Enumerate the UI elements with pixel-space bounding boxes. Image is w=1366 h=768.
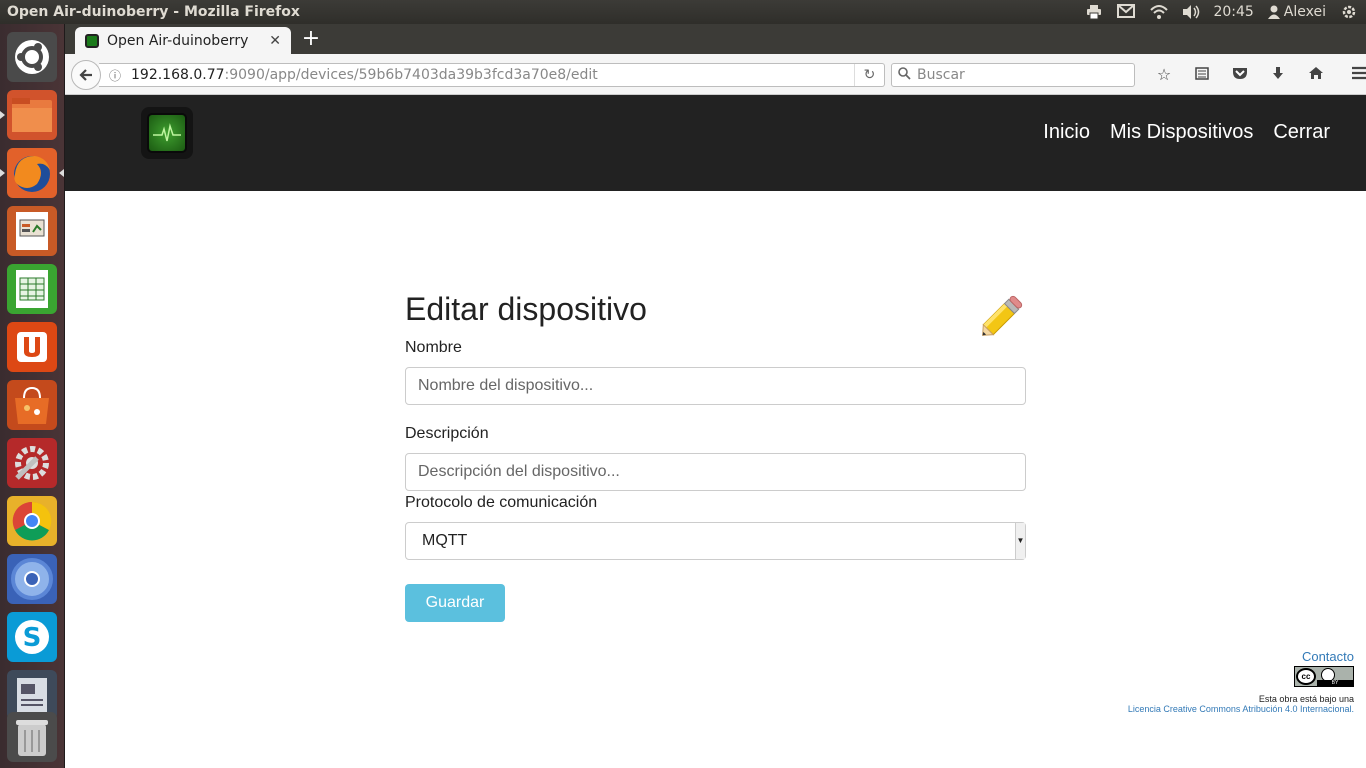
heartbeat-monitor-icon	[147, 113, 187, 153]
tab-active[interactable]: Open Air-duinoberry ✕	[75, 27, 291, 54]
libreoffice-impress-icon[interactable]	[7, 206, 57, 256]
svg-text:S: S	[23, 623, 42, 653]
site-favicon-icon	[85, 33, 99, 48]
search-placeholder: Buscar	[917, 67, 965, 83]
page-title: Editar dispositivo	[405, 291, 647, 327]
running-indicator	[0, 111, 5, 119]
tab-close-icon[interactable]: ✕	[269, 33, 281, 49]
protocol-label: Protocolo de comunicación	[405, 494, 598, 511]
nav-link-logout[interactable]: Cerrar	[1273, 121, 1330, 144]
navigation-toolbar: ⓘ 192.168.0.77:9090/app/devices/59b6b740…	[65, 54, 1366, 95]
creative-commons-badge[interactable]: cc BY	[1294, 666, 1354, 687]
wifi-icon[interactable]	[1149, 4, 1169, 20]
skype-icon[interactable]: S	[7, 612, 57, 662]
user-icon	[1267, 5, 1280, 19]
cc-by-bar: BY	[1317, 680, 1353, 686]
unity-launcher: S	[0, 24, 65, 768]
description-label: Descripción	[405, 425, 489, 442]
bookmark-star-icon[interactable]: ☆	[1145, 63, 1183, 87]
url-bar[interactable]: ⓘ 192.168.0.77:9090/app/devices/59b6b740…	[99, 63, 885, 87]
license-link[interactable]: Licencia Creative Commons Atribución 4.0…	[1128, 704, 1354, 714]
search-bar[interactable]: Buscar	[891, 63, 1135, 87]
tab-bar: Open Air-duinoberry ✕ +	[65, 24, 1366, 54]
search-icon	[898, 66, 911, 84]
url-path: :9090/app/devices/59b6b7403da39b3fcd3a70…	[224, 67, 598, 83]
pencil-icon	[975, 291, 1027, 343]
site-logo[interactable]	[141, 107, 193, 159]
volume-icon[interactable]	[1181, 4, 1200, 20]
user-menu[interactable]: Alexei	[1267, 4, 1326, 20]
nav-link-my-devices[interactable]: Mis Dispositivos	[1110, 121, 1253, 144]
protocol-selected-value: MQTT	[422, 532, 468, 549]
page-footer: Contacto cc BY Esta obra está bajo una L…	[1128, 649, 1354, 714]
dropdown-caret-icon[interactable]: ▼	[1015, 523, 1025, 559]
protocol-select[interactable]: MQTT ▼	[405, 522, 1026, 560]
edit-device-form: Editar dispositivo Nombre Descripción	[405, 293, 1026, 622]
system-indicators: 20:45 Alexei	[1085, 4, 1366, 20]
license-text: Esta obra está bajo una	[1258, 694, 1354, 704]
window-title: Open Air-duinoberry - Mozilla Firefox	[7, 4, 300, 20]
save-button[interactable]: Guardar	[405, 584, 505, 622]
chrome-icon[interactable]	[7, 496, 57, 546]
web-page: Inicio Mis Dispositivos Cerrar Editar di…	[65, 95, 1366, 768]
site-header: Inicio Mis Dispositivos Cerrar	[65, 95, 1366, 191]
name-input[interactable]	[405, 367, 1026, 405]
browser-window: Open Air-duinoberry ✕ + ⓘ 192.168.0.77:9…	[65, 24, 1366, 768]
libreoffice-calc-icon[interactable]	[7, 264, 57, 314]
running-indicator	[0, 169, 5, 177]
reading-list-icon[interactable]	[1183, 63, 1221, 87]
description-input[interactable]	[405, 453, 1026, 491]
nav-link-home[interactable]: Inicio	[1043, 121, 1090, 144]
contact-link[interactable]: Contacto	[1128, 649, 1354, 664]
software-center-icon[interactable]	[7, 380, 57, 430]
clock[interactable]: 20:45	[1213, 4, 1253, 20]
name-label: Nombre	[405, 339, 462, 356]
mail-icon[interactable]	[1117, 4, 1136, 20]
user-name: Alexei	[1283, 4, 1326, 20]
pocket-icon[interactable]	[1221, 63, 1259, 87]
printer-icon[interactable]	[1085, 4, 1103, 20]
firefox-icon[interactable]	[7, 148, 57, 198]
back-button[interactable]	[71, 60, 101, 90]
main-nav: Inicio Mis Dispositivos Cerrar	[1043, 121, 1330, 144]
menu-hamburger-icon[interactable]	[1341, 63, 1366, 87]
chromium-icon[interactable]	[7, 554, 57, 604]
cc-logo-icon: cc	[1296, 668, 1316, 685]
ubuntu-dash-icon[interactable]	[7, 32, 57, 82]
reload-icon[interactable]: ↻	[854, 64, 884, 86]
downloads-icon[interactable]	[1259, 63, 1297, 87]
toolbar-icons: ☆	[1145, 63, 1366, 87]
focused-indicator	[59, 169, 64, 177]
tab-title: Open Air-duinoberry	[107, 32, 249, 49]
trash-icon[interactable]	[7, 712, 57, 762]
url-host: 192.168.0.77	[131, 67, 225, 83]
home-icon[interactable]	[1297, 63, 1335, 87]
back-arrow-icon	[79, 69, 92, 81]
ubuntu-one-icon[interactable]	[7, 322, 57, 372]
power-gear-icon[interactable]	[1340, 4, 1358, 20]
info-icon[interactable]: ⓘ	[107, 67, 123, 84]
system-settings-icon[interactable]	[7, 438, 57, 488]
system-top-panel: Open Air-duinoberry - Mozilla Firefox 20…	[0, 0, 1366, 24]
files-icon[interactable]	[7, 90, 57, 140]
new-tab-button[interactable]: +	[299, 27, 323, 51]
